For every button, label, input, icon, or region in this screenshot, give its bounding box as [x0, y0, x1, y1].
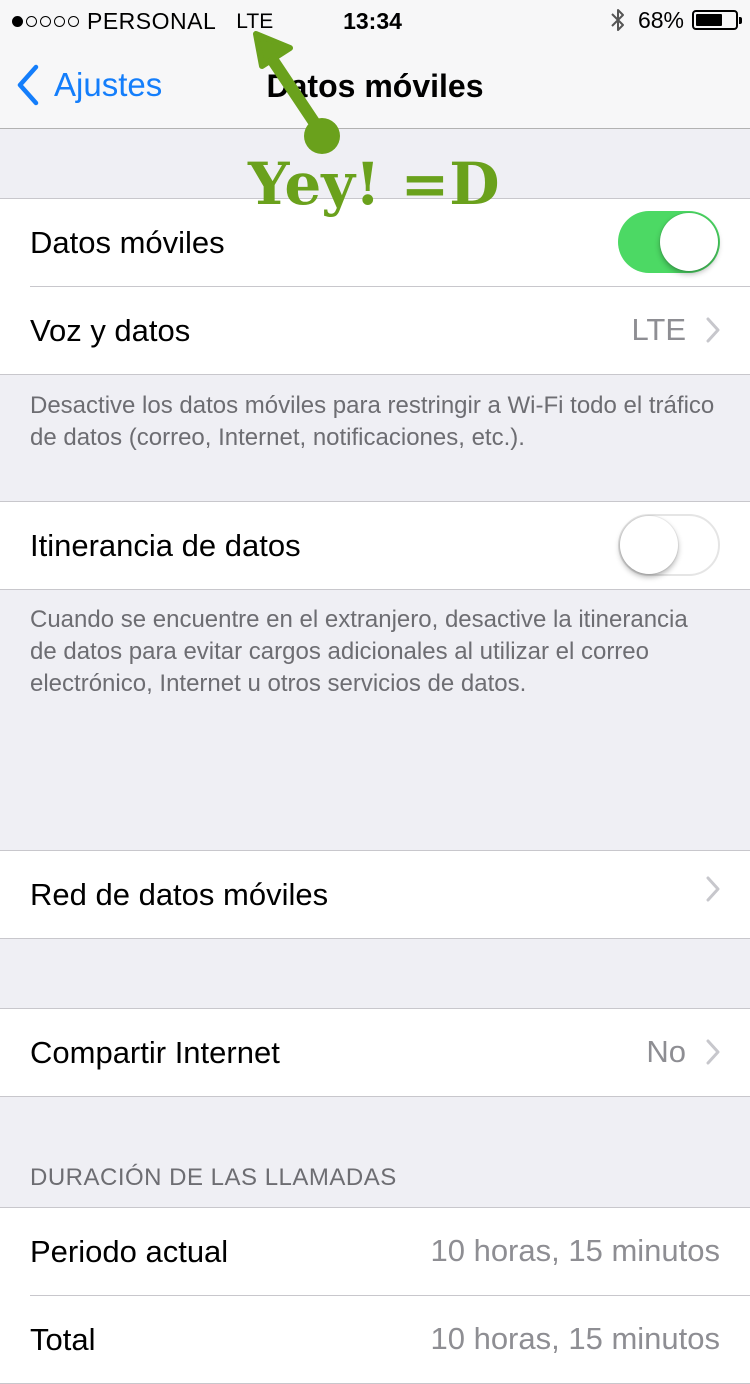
row-voice-and-data[interactable]: Voz y datos LTE [30, 286, 750, 374]
hotspot-group: Compartir Internet No [0, 1008, 750, 1097]
roaming-footnote: Cuando se encuentre en el extranjero, de… [30, 606, 688, 697]
annotation-text: Yey! =D [248, 150, 500, 218]
navigation-bar: Ajustes Datos móviles [0, 40, 750, 129]
roaming-group: Itinerancia de datos [0, 501, 750, 590]
row-label: Compartir Internet [30, 1035, 280, 1070]
row-label: Red de datos móviles [30, 877, 329, 912]
row-label: Itinerancia de datos [30, 528, 301, 563]
battery-icon [692, 10, 742, 30]
toggle-knob [620, 516, 678, 574]
row-label: Total [30, 1322, 96, 1357]
battery-percentage: 68% [637, 6, 684, 33]
chevron-right-icon [706, 1039, 720, 1065]
row-detail: No [646, 1034, 720, 1070]
page-title: Datos móviles [266, 68, 484, 104]
chevron-right-icon [706, 317, 720, 343]
data-roaming-toggle[interactable] [618, 514, 720, 576]
row-detail: 10 horas, 15 minutos [430, 1321, 720, 1357]
row-lifetime: Total 10 horas, 15 minutos [30, 1295, 750, 1383]
call-duration-group: Periodo actual 10 horas, 15 minutos Tota… [0, 1207, 750, 1384]
battery-fill [696, 14, 722, 26]
row-label: Voz y datos [30, 313, 191, 348]
mobile-data-footnote: Desactive los datos móviles para restrin… [30, 392, 715, 451]
mobile-data-toggle[interactable] [618, 211, 720, 273]
row-detail [686, 876, 720, 902]
row-value: 10 horas, 15 minutos [430, 1321, 720, 1356]
call-duration-header: DURACIÓN DE LAS LLAMADAS [30, 1164, 397, 1191]
status-right: 68% [608, 6, 742, 34]
row-data-roaming: Itinerancia de datos [0, 502, 750, 589]
row-current-period: Periodo actual 10 horas, 15 minutos [0, 1208, 750, 1295]
bluetooth-icon [611, 9, 624, 31]
status-bar: PERSONAL LTE 13:34 68% [0, 0, 750, 40]
row-value: LTE [631, 312, 686, 347]
mobile-data-group: Datos móviles Voz y datos LTE [0, 198, 750, 375]
chevron-right-icon [706, 876, 720, 902]
row-personal-hotspot[interactable]: Compartir Internet No [0, 1009, 750, 1096]
row-detail: LTE [631, 312, 720, 348]
row-label: Datos móviles [30, 225, 225, 260]
row-cellular-data-network[interactable]: Red de datos móviles [0, 851, 750, 938]
row-value: 10 horas, 15 minutos [430, 1233, 720, 1268]
row-value: No [646, 1034, 686, 1069]
row-label: Periodo actual [30, 1234, 229, 1269]
row-detail: 10 horas, 15 minutos [430, 1233, 720, 1269]
toggle-knob [660, 213, 718, 271]
network-group: Red de datos móviles [0, 850, 750, 939]
